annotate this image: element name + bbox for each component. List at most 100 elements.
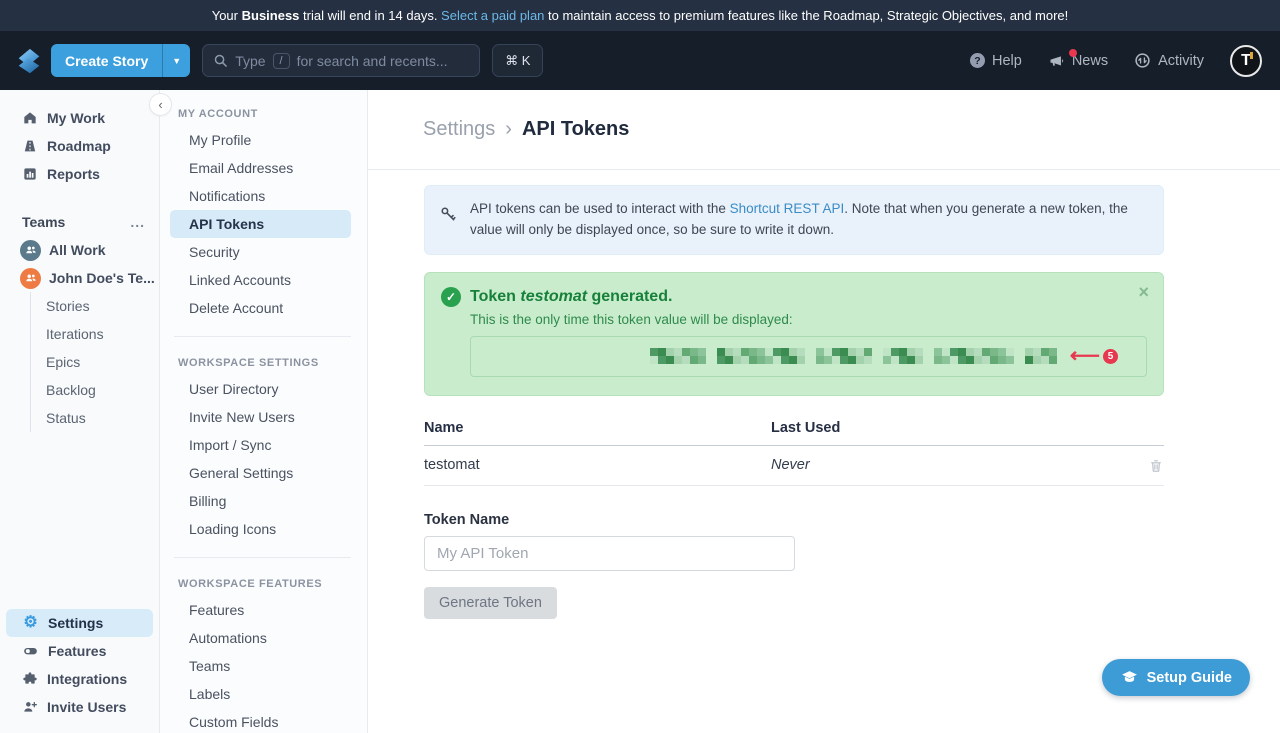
bar-chart-icon bbox=[22, 166, 38, 182]
settings-nav-billing[interactable]: Billing bbox=[170, 487, 351, 515]
token-row-name: testomat bbox=[424, 457, 771, 473]
invite-user-icon bbox=[22, 699, 38, 715]
settings-nav-import-sync[interactable]: Import / Sync bbox=[170, 431, 351, 459]
toggle-icon bbox=[22, 643, 39, 659]
settings-nav-loading-icons[interactable]: Loading Icons bbox=[170, 515, 351, 543]
create-story-caret-button[interactable]: ▼ bbox=[162, 44, 190, 77]
sidebar-subitem-iterations[interactable]: Iterations bbox=[31, 320, 159, 348]
megaphone-icon bbox=[1048, 53, 1065, 69]
divider bbox=[174, 336, 351, 337]
settings-nav-automations[interactable]: Automations bbox=[170, 624, 351, 652]
section-header-workspace-features: WORKSPACE FEATURES bbox=[160, 572, 367, 596]
sidebar-item-integrations[interactable]: Integrations bbox=[6, 665, 153, 693]
trial-text-prefix: Your bbox=[212, 8, 242, 23]
settings-nav-custom-fields[interactable]: Custom Fields bbox=[170, 708, 351, 733]
settings-nav-api-tokens[interactable]: API Tokens bbox=[170, 210, 351, 238]
settings-nav-notifications[interactable]: Notifications bbox=[170, 182, 351, 210]
sidebar-item-label: My Work bbox=[47, 110, 105, 126]
search-placeholder-post: for search and recents... bbox=[297, 53, 448, 69]
sidebar-item-roadmap[interactable]: Roadmap bbox=[0, 132, 159, 160]
sidebar-item-label: Settings bbox=[48, 615, 103, 631]
settings-nav-security[interactable]: Security bbox=[170, 238, 351, 266]
workspace-avatar[interactable]: T bbox=[1230, 45, 1262, 77]
token-name-input[interactable] bbox=[424, 536, 795, 571]
select-paid-plan-link[interactable]: Select a paid plan bbox=[441, 8, 544, 23]
chevron-down-icon: ▼ bbox=[172, 56, 181, 66]
section-header-my-account: MY ACCOUNT bbox=[160, 102, 367, 126]
main-sidebar: My Work Roadmap Reports Teams ... All Wo… bbox=[0, 90, 160, 733]
create-story-split-button: Create Story ▼ bbox=[51, 44, 190, 77]
news-menu[interactable]: News bbox=[1048, 53, 1108, 69]
table-header-row: Name Last Used bbox=[424, 420, 1164, 446]
news-notification-dot bbox=[1069, 49, 1077, 57]
section-header-workspace-settings: WORKSPACE SETTINGS bbox=[160, 351, 367, 375]
teams-menu-button[interactable]: ... bbox=[130, 214, 145, 230]
rest-api-link[interactable]: Shortcut REST API bbox=[730, 201, 845, 216]
setup-guide-button[interactable]: Setup Guide bbox=[1102, 659, 1250, 696]
teams-section-header: Teams ... bbox=[0, 208, 159, 236]
success-title-post: generated. bbox=[587, 288, 672, 305]
sidebar-item-label: Features bbox=[48, 643, 106, 659]
sidebar-item-label: Integrations bbox=[47, 671, 127, 687]
success-title-pre: Token bbox=[470, 288, 520, 305]
settings-nav-general-settings[interactable]: General Settings bbox=[170, 459, 351, 487]
setup-guide-label: Setup Guide bbox=[1147, 670, 1232, 686]
trash-icon bbox=[1148, 457, 1164, 474]
token-generated-banner: ✓ Token testomat generated. This is the … bbox=[424, 272, 1164, 396]
sidebar-subitem-backlog[interactable]: Backlog bbox=[31, 376, 159, 404]
search-icon bbox=[213, 53, 228, 68]
sidebar-bottom-group: ⚙ Settings Features Integrations Invite … bbox=[0, 609, 159, 733]
settings-nav-delete-account[interactable]: Delete Account bbox=[170, 294, 351, 322]
sidebar-item-settings[interactable]: ⚙ Settings bbox=[6, 609, 153, 637]
puzzle-icon bbox=[22, 671, 38, 687]
shortcut-logo-icon[interactable] bbox=[14, 46, 44, 76]
breadcrumb-separator: › bbox=[505, 118, 512, 141]
token-name-label: Token Name bbox=[424, 512, 1164, 528]
sidebar-item-invite-users[interactable]: Invite Users bbox=[6, 693, 153, 721]
keyboard-shortcut-badge: ⌘ K bbox=[492, 44, 543, 77]
table-row: testomat Never bbox=[424, 446, 1164, 486]
activity-menu[interactable]: Activity bbox=[1134, 52, 1204, 69]
settings-nav-linked-accounts[interactable]: Linked Accounts bbox=[170, 266, 351, 294]
success-subtitle: This is the only time this token value w… bbox=[470, 312, 1147, 327]
settings-nav-my-profile[interactable]: My Profile bbox=[170, 126, 351, 154]
breadcrumb-settings[interactable]: Settings bbox=[423, 118, 495, 141]
sidebar-item-features[interactable]: Features bbox=[6, 637, 153, 665]
settings-nav-email-addresses[interactable]: Email Addresses bbox=[170, 154, 351, 182]
create-story-button[interactable]: Create Story bbox=[51, 44, 162, 77]
close-icon[interactable]: × bbox=[1138, 283, 1149, 301]
column-header-last-used: Last Used bbox=[771, 420, 1164, 436]
main-pane: Settings › API Tokens API tokens can be … bbox=[368, 90, 1280, 733]
sidebar-collapse-button[interactable]: ‹ bbox=[149, 93, 172, 116]
settings-nav-teams[interactable]: Teams bbox=[170, 652, 351, 680]
activity-label: Activity bbox=[1158, 53, 1204, 69]
team-label: All Work bbox=[49, 242, 106, 258]
trial-text-suffix: to maintain access to premium features l… bbox=[544, 8, 1068, 23]
settings-nav-features[interactable]: Features bbox=[170, 596, 351, 624]
settings-nav-labels[interactable]: Labels bbox=[170, 680, 351, 708]
tokens-table: Name Last Used testomat Never bbox=[424, 420, 1164, 486]
key-icon bbox=[439, 205, 458, 224]
sidebar-item-reports[interactable]: Reports bbox=[0, 160, 159, 188]
sidebar-subitem-epics[interactable]: Epics bbox=[31, 348, 159, 376]
people-icon bbox=[24, 271, 38, 285]
sidebar-team-all-work[interactable]: All Work bbox=[0, 236, 159, 264]
info-banner-text: API tokens can be used to interact with … bbox=[470, 199, 1145, 241]
news-label: News bbox=[1072, 53, 1108, 69]
generate-token-button[interactable]: Generate Token bbox=[424, 587, 557, 619]
search-input[interactable]: Type / for search and recents... bbox=[202, 44, 480, 77]
sidebar-subitem-status[interactable]: Status bbox=[31, 404, 159, 432]
sidebar-team-john-does-team[interactable]: John Doe's Te... bbox=[0, 264, 159, 292]
delete-token-button[interactable] bbox=[1148, 457, 1164, 474]
help-menu[interactable]: ? Help bbox=[970, 53, 1022, 69]
team-subitems: Stories Iterations Epics Backlog Status bbox=[30, 292, 159, 432]
divider bbox=[174, 557, 351, 558]
settings-nav-user-directory[interactable]: User Directory bbox=[170, 375, 351, 403]
sidebar-subitem-stories[interactable]: Stories bbox=[31, 292, 159, 320]
navbar-right-group: ? Help News Activity T bbox=[970, 45, 1262, 77]
sidebar-item-my-work[interactable]: My Work bbox=[0, 104, 159, 132]
slash-key-hint: / bbox=[273, 53, 290, 69]
graduation-cap-icon bbox=[1120, 669, 1139, 686]
settings-nav-invite-new-users[interactable]: Invite New Users bbox=[170, 403, 351, 431]
home-icon bbox=[22, 110, 38, 126]
